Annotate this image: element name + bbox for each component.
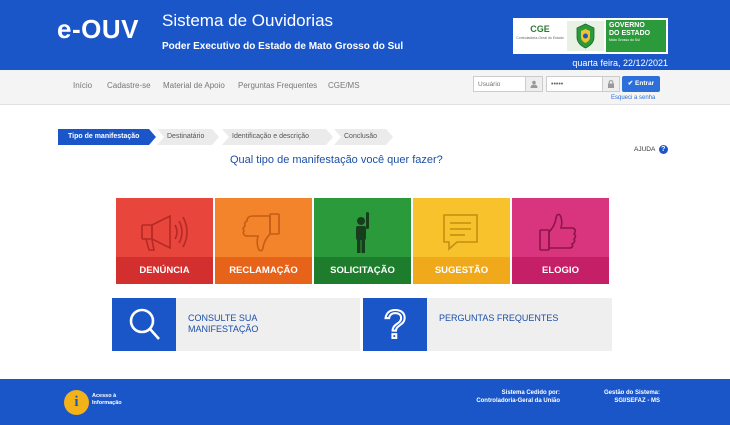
- tile-reclamacao[interactable]: RECLAMAÇÃO: [215, 198, 312, 284]
- megaphone-icon: [116, 210, 213, 256]
- thumbs-down-icon: [215, 210, 312, 256]
- gov-title-2: DO ESTADO: [609, 30, 651, 37]
- help-link[interactable]: AJUDA ?: [634, 145, 668, 154]
- system-management: Gestão do Sistema: SGI/SEFAZ - MS: [590, 389, 660, 405]
- system-title: Sistema de Ouvidorias: [162, 11, 334, 30]
- mgmt-value: SGI/SEFAZ - MS: [614, 398, 660, 404]
- help-label: AJUDA: [634, 146, 655, 153]
- state-crest-icon: [567, 21, 604, 51]
- nav-item-inicio[interactable]: Início: [73, 81, 92, 90]
- tile-label: ELOGIO: [512, 257, 609, 284]
- login-button[interactable]: ✔ Entrar: [622, 76, 660, 92]
- government-badge: GOVERNO DO ESTADO Mato Grosso do Sul: [606, 20, 666, 52]
- card-consulte-manifestacao[interactable]: CONSULTE SUA MANIFESTAÇÃO: [112, 298, 360, 351]
- forgot-password-link[interactable]: Esqueci a senha: [611, 95, 655, 101]
- search-icon: [112, 298, 176, 351]
- ceded-by: Sistema Cedido por: Controladoria-Geral …: [470, 389, 560, 405]
- current-date: quarta feira, 22/12/2021: [572, 58, 668, 68]
- step-destinatario[interactable]: Destinatário: [157, 129, 219, 145]
- tile-elogio[interactable]: ELOGIO: [512, 198, 609, 284]
- cge-label: CGE: [530, 24, 550, 34]
- card-perguntas-frequentes[interactable]: ? PERGUNTAS FREQUENTES: [363, 298, 612, 351]
- card-label: PERGUNTAS FREQUENTES: [439, 313, 559, 323]
- speech-bubble-icon: [413, 210, 510, 256]
- lock-icon: [603, 76, 620, 92]
- cge-sub: Controladoria-Geral do Estado: [516, 36, 564, 40]
- tile-sugestao[interactable]: SUGESTÃO: [413, 198, 510, 284]
- step-conclusao[interactable]: Conclusão: [334, 129, 393, 145]
- card-label: CONSULTE SUA MANIFESTAÇÃO: [188, 313, 259, 334]
- thumbs-up-icon: [512, 210, 609, 256]
- gov-sub: Mato Grosso do Sul: [609, 38, 640, 42]
- footer: i Acesso à Informação Sistema Cedido por…: [0, 379, 730, 425]
- ceded-label: Sistema Cedido por:: [501, 390, 560, 396]
- tile-label: SOLICITAÇÃO: [314, 257, 411, 284]
- cge-logo: CGE Controladoria-Geral do Estado: [516, 21, 564, 51]
- gov-title-1: GOVERNO: [609, 22, 645, 29]
- tile-label: DENÚNCIA: [116, 257, 213, 284]
- question-mark-icon: ?: [363, 298, 427, 351]
- system-subtitle: Poder Executivo do Estado de Mato Grosso…: [162, 41, 404, 52]
- nav-item-perguntas-frequentes[interactable]: Perguntas Frequentes: [238, 81, 317, 90]
- page-question: Qual tipo de manifestação você quer faze…: [230, 154, 443, 166]
- nav-item-material-de-apoio[interactable]: Material de Apoio: [163, 81, 225, 90]
- help-icon: ?: [658, 145, 668, 154]
- password-input[interactable]: [546, 76, 603, 92]
- user-icon: [526, 76, 543, 92]
- page: e-OUV Sistema de Ouvidorias Poder Execut…: [0, 0, 730, 425]
- tile-label: SUGESTÃO: [413, 257, 510, 284]
- raised-hand-person-icon: [314, 210, 411, 256]
- info-icon[interactable]: i: [64, 390, 89, 415]
- svg-text:?: ?: [384, 303, 406, 347]
- tile-solicitacao[interactable]: SOLICITAÇÃO: [314, 198, 411, 284]
- tile-label: RECLAMAÇÃO: [215, 257, 312, 284]
- step-tipo-de-manifestacao[interactable]: Tipo de manifestação: [58, 129, 156, 145]
- ceded-value: Controladoria-Geral da União: [476, 398, 560, 404]
- nav-item-cge-ms[interactable]: CGE/MS: [328, 81, 360, 90]
- mgmt-label: Gestão do Sistema:: [603, 390, 660, 396]
- government-logo[interactable]: CGE Controladoria-Geral do Estado GOVERN…: [513, 18, 668, 54]
- username-input[interactable]: [473, 76, 526, 92]
- app-logo[interactable]: e-OUV: [57, 14, 139, 45]
- header: e-OUV Sistema de Ouvidorias Poder Execut…: [0, 0, 730, 70]
- tile-denuncia[interactable]: DENÚNCIA: [116, 198, 213, 284]
- nav-item-cadastre-se[interactable]: Cadastre-se: [107, 81, 151, 90]
- access-info-link[interactable]: Acesso à Informação: [92, 393, 132, 407]
- step-identificacao[interactable]: Identificação e descrição: [222, 129, 333, 145]
